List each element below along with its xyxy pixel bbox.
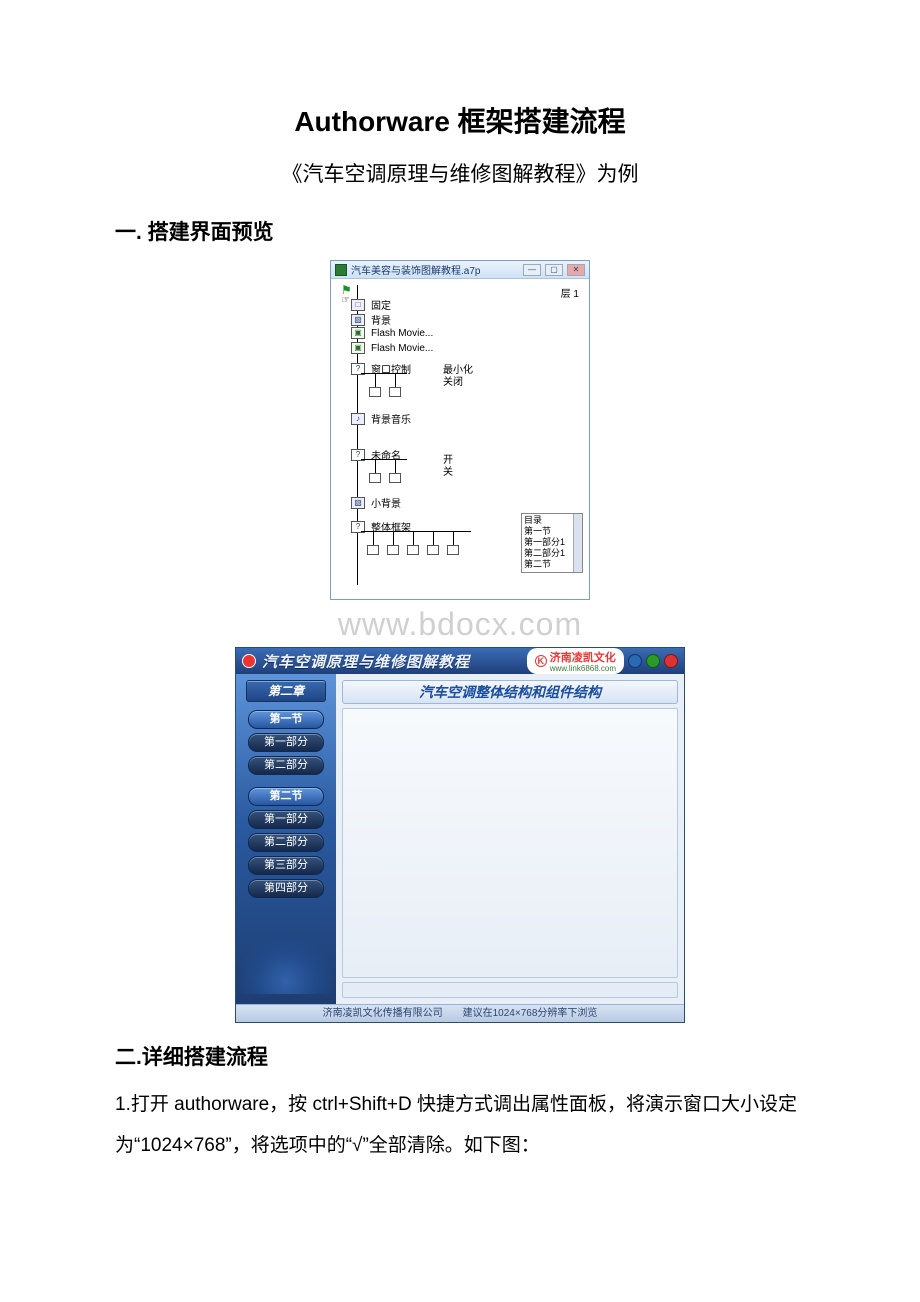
branch-leaf[interactable] — [427, 545, 439, 555]
content-area — [342, 708, 678, 978]
node-label: Flash Movie... — [371, 343, 433, 354]
node-flash-2[interactable]: ▣Flash Movie... — [351, 342, 433, 354]
node-background[interactable]: ▧背景 — [351, 312, 391, 327]
branch-leaf[interactable] — [407, 545, 419, 555]
maximize-button[interactable]: ▢ — [545, 264, 563, 276]
branch-leaf[interactable] — [387, 545, 399, 555]
nav-s1-part2[interactable]: 第二部分 — [248, 756, 324, 775]
brand-k-icon: K — [535, 655, 547, 667]
watermark: www.bdocx.com — [115, 606, 805, 643]
section-1-heading: 一. 搭建界面预览 — [115, 216, 805, 246]
app-logo-icon — [242, 654, 256, 668]
sound-toggle-button[interactable] — [628, 654, 642, 668]
list-item[interactable]: 第二部分1 — [524, 548, 580, 559]
branch-labels-switch: 开关 — [443, 455, 453, 479]
list-item[interactable]: 第一部分1 — [524, 537, 580, 548]
list-item[interactable]: 第一节 — [524, 526, 580, 537]
node-bgm[interactable]: ♪背景音乐 — [351, 411, 411, 426]
brand-name: 济南凌凯文化 — [550, 652, 616, 664]
layer-label: 层 1 — [561, 285, 579, 300]
close-button[interactable]: ✕ — [567, 264, 585, 276]
node-label: 小背景 — [371, 495, 401, 510]
list-item[interactable]: 第二节 — [524, 559, 580, 570]
nav-section-1[interactable]: 第一节 — [248, 710, 324, 729]
node-label: 背景音乐 — [371, 411, 411, 426]
node-label: Flash Movie... — [371, 328, 433, 339]
main-pane: 汽车空调整体结构和组件结构 — [336, 674, 684, 1004]
section-2-heading: 二.详细搭建流程 — [115, 1041, 805, 1071]
close-button[interactable] — [664, 654, 678, 668]
status-strip — [342, 982, 678, 998]
node-fixed[interactable]: □固定 — [351, 297, 391, 312]
doc-subtitle: 《汽车空调原理与维修图解教程》为例 — [115, 158, 805, 188]
aw-canvas: 层 1 ⚑ ☞ □固定 ▧背景 ▣Flash Movie... ▣Flash M… — [331, 279, 589, 599]
branch-leaf[interactable] — [369, 387, 381, 397]
minimize-button[interactable] — [646, 654, 660, 668]
branch-leaf[interactable] — [369, 473, 381, 483]
list-item[interactable]: 目录 — [524, 515, 580, 526]
brand-url: www.link6868.com — [550, 665, 616, 673]
branch-leaf[interactable] — [389, 387, 401, 397]
branch-leaf[interactable] — [447, 545, 459, 555]
node-small-bg[interactable]: ▧小背景 — [351, 495, 401, 510]
sidebar: 第二章 第一节 第一部分 第二部分 第二节 第一部分 第二部分 第三部分 第四部… — [236, 674, 336, 1004]
nav-s2-part4[interactable]: 第四部分 — [248, 879, 324, 898]
app-window: 汽车空调原理与维修图解教程 K 济南凌凯文化 www.link6868.com … — [235, 647, 685, 1023]
node-flash-1[interactable]: ▣Flash Movie... — [351, 327, 433, 339]
brand-badge: K 济南凌凯文化 www.link6868.com — [527, 648, 624, 674]
authorware-window: 汽车美容与装饰图解教程.a7p — ▢ ✕ 层 1 ⚑ ☞ □固定 ▧背景 ▣F… — [330, 260, 590, 600]
nav-s2-part1[interactable]: 第一部分 — [248, 810, 324, 829]
app-title: 汽车空调原理与维修图解教程 — [262, 651, 527, 672]
aw-title-text: 汽车美容与装饰图解教程.a7p — [351, 262, 519, 277]
node-label: 固定 — [371, 297, 391, 312]
minimize-button[interactable]: — — [523, 264, 541, 276]
branch-leaf[interactable] — [367, 545, 379, 555]
aw-titlebar: 汽车美容与装饰图解教程.a7p — ▢ ✕ — [331, 261, 589, 279]
nav-s2-part2[interactable]: 第二部分 — [248, 833, 324, 852]
app-footer: 济南凌凯文化传播有限公司 建议在1024×768分辨率下浏览 — [236, 1004, 684, 1022]
pane-title: 汽车空调整体结构和组件结构 — [342, 680, 678, 704]
app-titlebar: 汽车空调原理与维修图解教程 K 济南凌凯文化 www.link6868.com — [236, 648, 684, 674]
nav-s2-part3[interactable]: 第三部分 — [248, 856, 324, 875]
node-label: 背景 — [371, 312, 391, 327]
branch-labels-window: 最小化关闭 — [443, 365, 473, 389]
app-body: 第二章 第一节 第一部分 第二部分 第二节 第一部分 第二部分 第三部分 第四部… — [236, 674, 684, 1004]
framework-list[interactable]: 目录 第一节 第一部分1 第二部分1 第二节 — [521, 513, 583, 573]
scrollbar[interactable] — [573, 513, 583, 573]
aw-app-icon — [335, 264, 347, 276]
doc-title: Authorware 框架搭建流程 — [115, 100, 805, 140]
hand-icon: ☞ — [341, 295, 350, 306]
nav-section-2[interactable]: 第二节 — [248, 787, 324, 806]
sidebar-decoration — [236, 934, 336, 994]
nav-s1-part1[interactable]: 第一部分 — [248, 733, 324, 752]
chapter-tab[interactable]: 第二章 — [246, 680, 326, 702]
paragraph-1: 1.打开 authorware，按 ctrl+Shift+D 快捷方式调出属性面… — [115, 1085, 805, 1167]
branch-leaf[interactable] — [389, 473, 401, 483]
